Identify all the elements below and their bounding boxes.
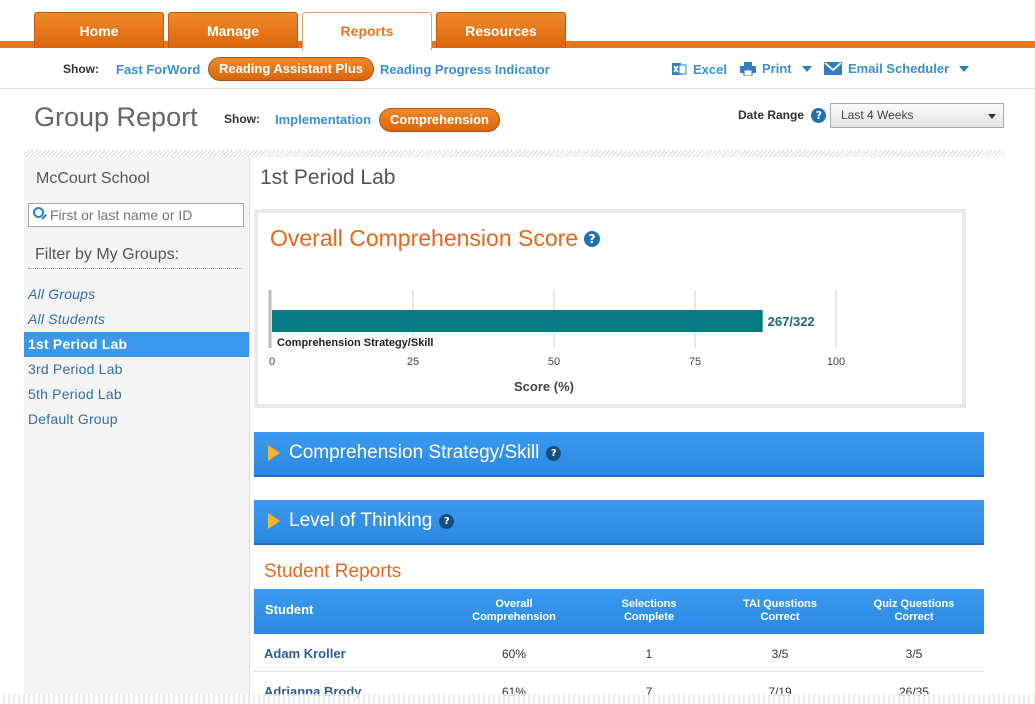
help-icon[interactable]: ? xyxy=(811,108,827,123)
search-input[interactable] xyxy=(50,207,238,223)
cell-quiz: 3/5 xyxy=(905,647,923,661)
torn-edge xyxy=(0,694,1035,704)
cell-tai: 3/5 xyxy=(771,647,789,661)
top-nav: Home Manage Reports Resources xyxy=(0,0,1035,50)
print-label: Print xyxy=(762,61,792,76)
student-reports-table: Student Overall Comprehension Selections… xyxy=(254,589,984,704)
filter-divider xyxy=(28,268,242,269)
date-range-text: Date Range xyxy=(738,108,805,122)
col-quiz-questions[interactable]: Quiz Questions Correct xyxy=(854,598,974,624)
table-header: Student Overall Comprehension Selections… xyxy=(254,589,984,634)
view-implementation[interactable]: Implementation xyxy=(275,112,371,127)
printer-icon xyxy=(740,61,756,76)
section-level-of-thinking[interactable]: Level of Thinking ? xyxy=(254,500,984,545)
expand-triangle-icon xyxy=(268,513,280,529)
col-tai-questions[interactable]: TAI Questions Correct xyxy=(719,598,841,624)
tick-label: 100 xyxy=(827,356,845,368)
product-fast-forword[interactable]: Fast ForWord xyxy=(116,62,200,77)
date-range-value: Last 4 Weeks xyxy=(841,108,914,122)
tab-resources[interactable]: Resources xyxy=(436,12,566,48)
section-comprehension-strategy[interactable]: Comprehension Strategy/Skill ? xyxy=(254,432,984,477)
sidebar-item-5th-period-lab[interactable]: 5th Period Lab xyxy=(24,382,249,407)
section-label-text: Level of Thinking xyxy=(289,510,433,531)
print-button[interactable]: Print xyxy=(740,61,812,76)
sidebar-item-default-group[interactable]: Default Group xyxy=(24,407,249,432)
student-link[interactable]: Adam Kroller xyxy=(264,646,346,661)
email-scheduler-button[interactable]: Email Scheduler xyxy=(824,61,970,76)
score-chart: 0 25 50 75 100 267/322 Comprehension Strategy/… xyxy=(268,290,845,394)
col-student[interactable]: Student xyxy=(265,603,313,616)
cell-selections: 1 xyxy=(645,647,653,661)
product-bar: Show: Fast ForWord Reading Assistant Plu… xyxy=(0,55,1035,89)
email-scheduler-label: Email Scheduler xyxy=(848,61,950,76)
chevron-down-icon xyxy=(988,114,996,119)
chevron-down-icon xyxy=(959,65,970,72)
section-label-text: Comprehension Strategy/Skill xyxy=(289,442,540,463)
group-title: 1st Period Lab xyxy=(260,166,396,189)
filter-label: Filter by My Groups: xyxy=(35,246,180,263)
table-row: Adam Kroller 60% 1 3/5 3/5 xyxy=(254,634,984,672)
expand-triangle-icon xyxy=(268,445,280,461)
tab-home[interactable]: Home xyxy=(34,12,164,48)
section-label: Level of Thinking ? xyxy=(289,510,455,532)
product-reading-progress-indicator[interactable]: Reading Progress Indicator xyxy=(380,62,550,77)
sidebar-item-3rd-period-lab[interactable]: 3rd Period Lab xyxy=(24,357,249,382)
x-axis-label: Score (%) xyxy=(514,379,574,394)
divider xyxy=(24,150,1004,157)
view-comprehension[interactable]: Comprehension xyxy=(379,108,500,132)
date-range-label: Date Range ? xyxy=(738,108,827,123)
view-show-label: Show: xyxy=(224,112,260,126)
excel-button[interactable]: Excel xyxy=(671,61,727,77)
sidebar: McCourt School Filter by My Groups: All … xyxy=(24,157,250,704)
bar xyxy=(272,310,763,332)
page-title: Group Report xyxy=(34,102,198,132)
col-overall-comprehension[interactable]: Overall Comprehension xyxy=(454,598,574,624)
tab-manage[interactable]: Manage xyxy=(168,12,298,48)
help-icon[interactable]: ? xyxy=(546,445,562,461)
help-icon[interactable]: ? xyxy=(439,513,455,529)
section-label: Comprehension Strategy/Skill ? xyxy=(289,442,562,464)
chevron-down-icon xyxy=(801,65,812,72)
cell-overall: 60% xyxy=(501,647,527,661)
tick-label: 0 xyxy=(269,356,275,368)
col-selections-complete[interactable]: Selections Complete xyxy=(589,598,709,624)
date-range-select[interactable]: Last 4 Weeks xyxy=(830,103,1004,128)
product-reading-assistant-plus[interactable]: Reading Assistant Plus xyxy=(208,57,374,81)
tab-reports[interactable]: Reports xyxy=(302,12,432,50)
student-reports-title: Student Reports xyxy=(264,561,402,582)
excel-icon xyxy=(672,63,687,75)
tick-label: 75 xyxy=(689,356,701,368)
bar-data-label: 267/322 xyxy=(768,314,815,329)
envelope-icon xyxy=(824,62,842,75)
sidebar-item-all-groups[interactable]: All Groups xyxy=(24,282,249,307)
sidebar-item-all-students[interactable]: All Students xyxy=(24,307,249,332)
school-name: McCourt School xyxy=(36,170,150,187)
search-icon xyxy=(33,207,44,218)
excel-label: Excel xyxy=(693,61,727,77)
tick-label: 50 xyxy=(548,356,560,368)
student-search[interactable] xyxy=(28,203,244,227)
product-show-label: Show: xyxy=(63,62,99,76)
overall-score-panel: Overall Comprehension Score ? 0 25 50 75 100… xyxy=(254,209,966,408)
tick-label: 25 xyxy=(407,356,419,368)
sidebar-item-1st-period-lab[interactable]: 1st Period Lab xyxy=(24,332,249,357)
bar-category-label: Comprehension Strategy/Skill xyxy=(277,337,433,349)
